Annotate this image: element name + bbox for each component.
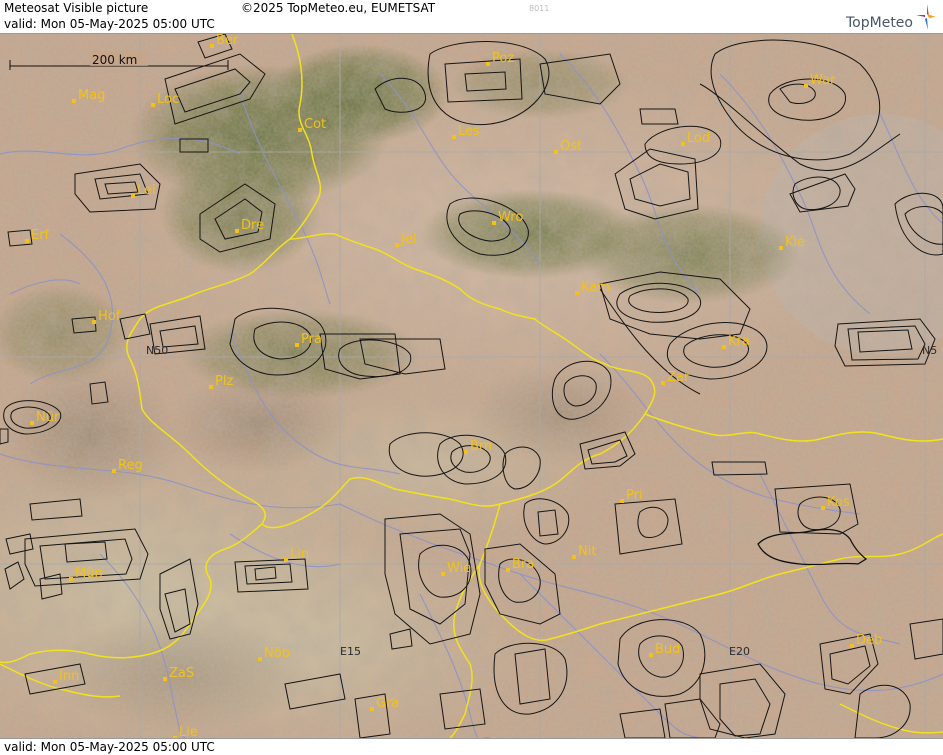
city-marker-icon [295,343,299,347]
city-name: Wie [447,561,471,576]
city-name: Lin [290,547,309,562]
city-marker-icon [779,246,783,250]
city-marker-icon [72,99,76,103]
city-name: Reg [118,458,143,473]
city-marker-icon [112,469,116,473]
city-name: Nür [36,410,60,425]
lat-label-n50: N50 [146,344,168,357]
city-marker-icon [661,381,665,385]
city-name: Jel [400,232,416,247]
city-marker-icon [572,555,576,559]
city-name: Brn [470,439,492,454]
city-marker-icon [506,568,510,572]
city-marker-icon [298,128,302,132]
city-marker-icon [209,385,213,389]
map-canvas: 200 km N50 N5 E15 E20 Ber Poz War Mag Loc Cot… [0,34,943,738]
city-marker-icon [284,558,288,562]
city-marker-icon [620,499,624,503]
city-marker-icon [210,44,214,48]
city-marker-icon [464,450,468,454]
city-marker-icon [69,577,73,581]
city-name: Hof [98,309,121,324]
city-marker-icon [53,680,57,684]
city-marker-icon [151,103,155,107]
city-marker-icon [486,62,490,66]
footer-bar: valid: Mon 05-May-2025 05:00 UTC [0,738,943,755]
footer-valid-time: valid: Mon 05-May-2025 05:00 UTC [4,740,215,754]
city-marker-icon [554,150,558,154]
city-marker-icon [722,345,726,349]
city-marker-icon [395,243,399,247]
city-name: Nit [578,544,596,559]
city-mag: Mag [72,88,105,103]
city-name: Lod [687,131,710,146]
city-name: Poz [492,51,514,66]
city-marker-icon [850,644,854,648]
city-marker-icon [235,229,239,233]
city-name: Les [458,124,480,139]
city-marker-icon [258,657,262,661]
product-title: Meteosat Visible picture [4,1,149,15]
city-name: Erf [31,228,50,243]
lon-label-e20: E20 [729,645,750,658]
city-name: Gra [376,696,399,711]
lon-label-e15: E15 [340,645,361,658]
city-name: Kra [728,334,750,349]
city-marker-icon [821,506,825,510]
city-marker-icon [575,291,579,295]
terrain-layer [0,34,943,738]
city-marker-icon [163,677,167,681]
city-name: Pra [301,332,322,347]
city-mün: Mün [69,566,103,581]
logo-text: TopMeteo [846,15,913,31]
satellite-map[interactable]: 200 km N50 N5 E15 E20 Ber Poz War Mag Loc Cot… [0,34,943,738]
city-name: Nöb [264,646,290,661]
copyright-text: ©2025 TopMeteo.eu, EUMETSAT [241,1,436,15]
city-name: Loc [157,92,179,107]
city-name: Dre [241,218,264,233]
city-name: Cot [304,117,326,132]
city-marker-icon [92,320,96,324]
city-marker-icon [452,135,456,139]
city-name: Kam [581,280,610,295]
city-name: Bra [512,557,534,572]
city-name: Zar [667,370,690,385]
city-name: ZaS [169,666,194,681]
city-name: Plz [215,374,233,389]
city-marker-icon [25,239,29,243]
city-name: Deb [856,633,882,648]
city-marker-icon [492,221,496,225]
city-name: Kie [785,235,805,250]
city-name: Wro [498,210,523,225]
scale-bar-label: 200 km [92,53,137,67]
lat-label-n5-right: N5 [922,344,937,357]
topmeteo-logo[interactable]: TopMeteo [829,3,939,31]
city-marker-icon [681,142,685,146]
valid-time: valid: Mon 05-May-2025 05:00 UTC [4,17,215,31]
product-code: 8011 [529,4,550,13]
city-name: Mag [78,88,105,103]
compass-star-icon [916,4,936,30]
city-marker-icon [649,653,653,657]
city-kam: Kam [575,280,610,295]
city-marker-icon [804,84,808,88]
city-name: Inn [59,669,79,684]
city-name: Pri [626,488,643,503]
city-name: War [810,73,836,88]
city-marker-icon [441,572,445,576]
city-name: Ost [560,139,582,154]
header-bar: Meteosat Visible picture valid: Mon 05-M… [0,0,943,34]
city-name: Kos [827,495,850,510]
city-name: Bud [655,642,680,657]
city-name: Ber [216,34,239,48]
city-marker-icon [131,194,135,198]
city-name: Mün [75,566,103,581]
city-name: Lie [179,725,198,738]
city-name: Lei [137,183,156,198]
city-marker-icon [30,421,34,425]
city-marker-icon [370,707,374,711]
